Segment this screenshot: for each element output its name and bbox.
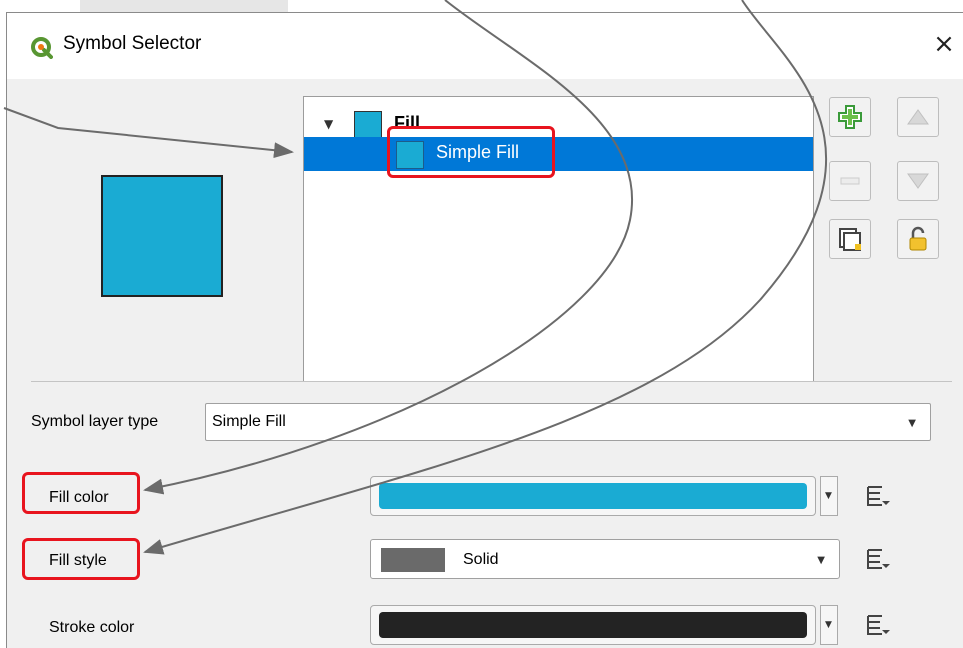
add-layer-icon — [838, 105, 862, 129]
duplicate-layer-icon — [839, 228, 861, 251]
tree-item-simple-fill[interactable]: Simple Fill — [304, 137, 813, 171]
remove-layer-icon — [840, 177, 860, 185]
symbol-layer-type-label: Symbol layer type — [31, 413, 159, 430]
chevron-down-icon: ▼ — [825, 620, 832, 630]
chevron-down-icon: ▼ — [908, 418, 916, 429]
close-button[interactable]: × — [931, 31, 957, 57]
section-divider — [31, 381, 952, 382]
duplicate-layer-button[interactable] — [829, 219, 871, 259]
qgis-logo-icon — [31, 37, 53, 59]
remove-layer-button[interactable] — [829, 161, 871, 201]
move-down-button[interactable] — [897, 161, 939, 201]
move-up-icon — [907, 109, 929, 125]
chevron-down-icon: ▼ — [825, 491, 832, 501]
symbol-layer-tree[interactable]: ▼ Fill Simple Fill — [303, 96, 814, 382]
symbol-selector-dialog: Symbol Selector × ▼ Fill Simple Fill Sym… — [6, 12, 963, 648]
window-title: Symbol Selector — [63, 33, 202, 54]
data-defined-override-icon[interactable] — [862, 483, 892, 509]
highlight-fill-style — [22, 538, 140, 580]
title-bar: Symbol Selector × — [7, 13, 963, 79]
expand-arrow-icon[interactable]: ▼ — [324, 117, 333, 131]
stroke-color-label: Stroke color — [49, 619, 135, 636]
unlock-icon — [909, 226, 927, 251]
fill-color-button[interactable] — [370, 476, 816, 516]
add-layer-button[interactable] — [829, 97, 871, 137]
move-down-icon — [907, 173, 929, 189]
stroke-color-swatch — [379, 612, 807, 638]
background-bar — [80, 0, 288, 12]
data-defined-override-icon[interactable] — [862, 546, 892, 572]
tree-item-fill[interactable]: ▼ Fill — [304, 107, 813, 141]
symbol-preview — [101, 175, 223, 297]
highlight-fill-color — [22, 472, 140, 514]
symbol-layer-type-select[interactable]: Simple Fill ▼ — [205, 403, 931, 441]
lock-button[interactable] — [897, 219, 939, 259]
fill-style-swatch — [381, 548, 445, 572]
fill-color-swatch — [379, 483, 807, 509]
fill-color-dropdown[interactable]: ▼ — [820, 476, 838, 516]
fill-style-select[interactable]: Solid ▼ — [370, 539, 840, 579]
data-defined-override-icon[interactable] — [862, 612, 892, 638]
stroke-color-dropdown[interactable]: ▼ — [820, 605, 838, 645]
symbol-layer-type-value: Simple Fill — [212, 413, 286, 430]
highlight-simple-fill — [387, 126, 555, 178]
fill-swatch-icon — [354, 111, 382, 139]
stroke-color-button[interactable] — [370, 605, 816, 645]
move-up-button[interactable] — [897, 97, 939, 137]
chevron-down-icon: ▼ — [817, 555, 825, 566]
fill-style-value: Solid — [463, 551, 499, 568]
